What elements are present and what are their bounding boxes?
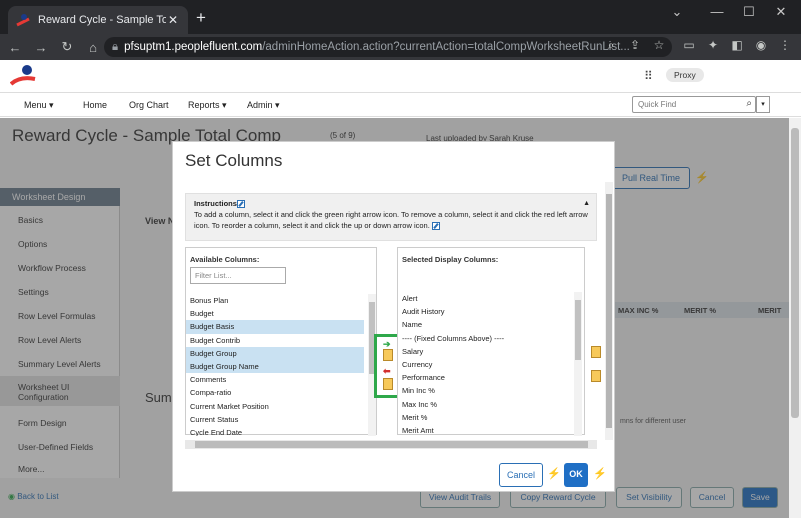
move-up-icon[interactable]: [591, 346, 601, 358]
peoplefluent-logo[interactable]: [10, 64, 36, 88]
nav-home[interactable]: Home: [83, 100, 107, 110]
profile-icon[interactable]: ◉: [752, 38, 770, 52]
forward-arrow-icon[interactable]: →: [30, 40, 52, 55]
list-item[interactable]: Comments: [186, 373, 364, 386]
add-column-icon[interactable]: [383, 349, 393, 361]
quick-find-placeholder: Quick Find: [638, 100, 677, 109]
selected-columns-list: Alert Audit History Name ---- (Fixed Col…: [398, 292, 568, 436]
move-down-icon[interactable]: [591, 370, 601, 382]
available-columns-label: Available Columns:: [190, 255, 260, 264]
list-item[interactable]: Current Status: [186, 413, 364, 426]
selected-columns-label: Selected Display Columns:: [402, 255, 499, 264]
red-left-arrow-icon[interactable]: ⬅: [383, 366, 391, 377]
list-item[interactable]: Current Market Position: [186, 400, 364, 413]
list-item[interactable]: Budget: [186, 307, 364, 320]
filter-placeholder: Filter List...: [195, 271, 232, 280]
collapse-caret-icon[interactable]: ▲: [583, 198, 590, 209]
list-item[interactable]: Max Inc %: [398, 398, 568, 411]
peoplefluent-favicon-icon: [16, 13, 30, 27]
quick-find-dropdown[interactable]: ▾: [756, 96, 770, 113]
apps-grid-icon[interactable]: ⠿: [644, 69, 653, 83]
nav-org-chart[interactable]: Org Chart: [129, 100, 169, 110]
remove-column-icon[interactable]: [383, 378, 393, 390]
instructions-panel: Instructions ▲ To add a column, select i…: [185, 193, 597, 241]
list-item[interactable]: Bonus Plan: [186, 294, 364, 307]
available-columns-list: Bonus Plan Budget Budget Basis Budget Co…: [186, 294, 364, 436]
list-item[interactable]: Budget Group Name: [186, 359, 364, 374]
list-item[interactable]: Performance: [398, 371, 568, 384]
nav-reports[interactable]: Reports ▾: [188, 100, 227, 111]
side-panel-icon[interactable]: ◧: [728, 38, 746, 52]
filter-list-input[interactable]: Filter List...: [190, 267, 286, 284]
list-item[interactable]: Alert: [398, 292, 568, 305]
search-icon[interactable]: ⌕: [746, 98, 752, 109]
maximize-icon[interactable]: ☐: [734, 4, 764, 20]
nav-admin[interactable]: Admin ▾: [247, 100, 280, 111]
list-item[interactable]: ---- (Fixed Columns Above) ----: [398, 332, 568, 345]
dialog-title: Set Columns: [185, 151, 283, 170]
browser-tab[interactable]: Reward Cycle - Sample Total Com ✕: [8, 6, 188, 34]
lightning-icon: ⚡: [547, 468, 561, 480]
nav-menu[interactable]: Menu ▾: [24, 100, 54, 111]
lock-icon: 🔒︎: [112, 40, 119, 53]
quick-find-input[interactable]: Quick Find ⌕: [632, 96, 756, 113]
dialog-horizontal-scrollbar[interactable]: [185, 440, 597, 449]
close-window-icon[interactable]: ✕: [766, 4, 796, 20]
cast-icon[interactable]: ▭: [680, 38, 698, 52]
more-menu-icon[interactable]: ⋮: [776, 38, 794, 52]
instructions-text: To add a column, select it and click the…: [194, 210, 588, 230]
dialog-vertical-scrollbar[interactable]: [605, 182, 613, 440]
app-header: ⠿ Proxy: [0, 60, 801, 93]
share-icon[interactable]: ⇪: [626, 38, 644, 52]
back-arrow-icon[interactable]: ←: [4, 40, 26, 55]
url-field[interactable]: 🔒︎ pfsuptm1.peoplefluent.com/adminHomeAc…: [104, 37, 672, 57]
list-item[interactable]: Merit Amt: [398, 424, 568, 436]
tab-title: Reward Cycle - Sample Total Com: [38, 14, 166, 26]
list-item[interactable]: Currency: [398, 358, 568, 371]
list-item[interactable]: Merit %: [398, 411, 568, 424]
page-scrollbar[interactable]: [789, 118, 801, 518]
set-columns-dialog: Set Columns Instructions ▲ To add a colu…: [172, 141, 615, 492]
available-columns-panel: Available Columns: Filter List... Bonus …: [185, 247, 377, 436]
chevron-down-icon[interactable]: ⌄: [662, 4, 692, 20]
list-item[interactable]: Budget Basis: [186, 320, 364, 334]
list-item[interactable]: Compa-ratio: [186, 386, 364, 399]
minimize-icon[interactable]: —: [702, 4, 732, 19]
edit-icon[interactable]: [236, 200, 245, 209]
zoom-icon[interactable]: ⌕: [602, 38, 620, 53]
bookmark-star-icon[interactable]: ☆: [650, 38, 668, 52]
selected-columns-panel: Selected Display Columns: Alert Audit Hi…: [397, 247, 585, 436]
instructions-label: Instructions: [194, 199, 237, 208]
list-item[interactable]: Salary: [398, 345, 568, 358]
close-tab-icon[interactable]: ✕: [166, 13, 180, 27]
url-path: /adminHomeAction.action?currentAction=to…: [262, 41, 630, 53]
proxy-button[interactable]: Proxy: [666, 68, 704, 82]
cancel-button[interactable]: Cancel: [499, 463, 543, 487]
lightning-icon: ⚡: [593, 468, 607, 480]
list-item[interactable]: Cycle End Date: [186, 426, 364, 436]
list-item[interactable]: Budget Group: [186, 346, 364, 360]
new-tab-icon[interactable]: +: [196, 8, 206, 28]
url-domain: pfsuptm1.peoplefluent.com: [124, 41, 263, 53]
list-item[interactable]: Name: [398, 318, 568, 331]
list-item[interactable]: Min Inc %: [398, 384, 568, 397]
reload-icon[interactable]: ↻: [56, 39, 78, 55]
list-item[interactable]: Audit History: [398, 305, 568, 318]
edit-icon[interactable]: [431, 222, 440, 231]
list-item[interactable]: Budget Contrib: [186, 334, 364, 347]
home-icon[interactable]: ⌂: [82, 40, 104, 55]
selected-list-scrollbar[interactable]: [574, 292, 582, 436]
extensions-icon[interactable]: ✦: [704, 38, 722, 52]
ok-button[interactable]: OK: [564, 463, 588, 487]
